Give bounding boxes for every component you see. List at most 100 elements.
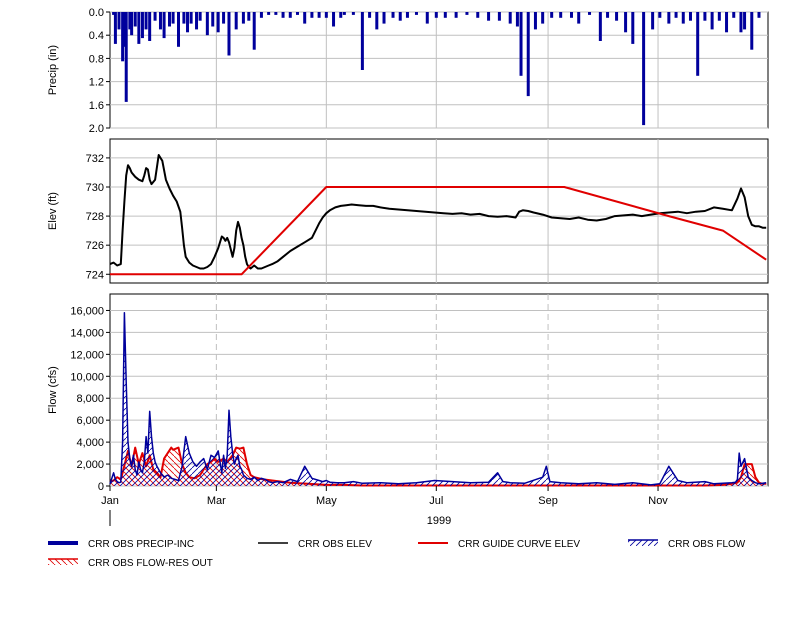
precip-bar bbox=[624, 12, 628, 33]
precip-bar bbox=[288, 12, 292, 18]
precip-bar bbox=[303, 12, 307, 24]
y-tick-label: 8,000 bbox=[76, 393, 104, 405]
precip-bar bbox=[211, 12, 215, 27]
x-tick-label: Sep bbox=[538, 495, 558, 507]
precip-y-axis-label: Precip (in) bbox=[47, 45, 59, 95]
precip-bar bbox=[559, 12, 563, 18]
precip-bar bbox=[222, 12, 226, 24]
y-tick-label: 724 bbox=[86, 269, 104, 281]
flow-y-axis-label: Flow (cfs) bbox=[47, 366, 59, 414]
precip-bar bbox=[391, 12, 395, 18]
x-tick-label: Jul bbox=[429, 495, 443, 507]
flow-plot-frame bbox=[109, 293, 769, 487]
precip-bar bbox=[515, 12, 519, 27]
y-tick-label: 4,000 bbox=[76, 437, 104, 449]
precip-bar bbox=[743, 12, 747, 30]
legend-item-flow: CRR OBS FLOW bbox=[628, 539, 746, 550]
precip-bar bbox=[117, 12, 121, 30]
precip-bar bbox=[405, 12, 409, 18]
precip-bar bbox=[414, 12, 418, 15]
precip-bar bbox=[332, 12, 336, 27]
precip-bar bbox=[274, 12, 278, 15]
precip-bar bbox=[550, 12, 554, 18]
precip-bar bbox=[732, 12, 736, 18]
precip-bar bbox=[144, 12, 148, 30]
y-tick-label: 14,000 bbox=[70, 327, 104, 339]
legend-item-elev: CRR OBS ELEV bbox=[258, 539, 372, 550]
precip-bar bbox=[148, 12, 152, 41]
x-axis: Jan Mar May Jul Sep Nov bbox=[101, 486, 668, 507]
precip-bar bbox=[588, 12, 592, 15]
y-tick-label: 6,000 bbox=[76, 415, 104, 427]
elev-panel: 724 726 728 730 732 Elev (ft) bbox=[47, 138, 769, 284]
year-label: 1999 bbox=[427, 515, 451, 527]
precip-bar bbox=[651, 12, 655, 30]
precip-bar bbox=[227, 12, 231, 56]
precip-bar bbox=[182, 12, 186, 24]
precip-bar bbox=[526, 12, 530, 97]
legend-label-elev: CRR OBS ELEV bbox=[298, 539, 372, 550]
precip-bar bbox=[425, 12, 429, 24]
legend-label-guide: CRR GUIDE CURVE ELEV bbox=[458, 539, 580, 550]
elev-y-axis-label: Elev (ft) bbox=[47, 192, 59, 230]
precip-bar bbox=[465, 12, 469, 15]
precip-panel: 0.0 0.4 0.8 1.2 1.6 2.0 Precip (in) bbox=[47, 7, 769, 135]
precip-bar bbox=[177, 12, 181, 47]
y-tick-label: 0.4 bbox=[89, 30, 104, 42]
precip-bar bbox=[189, 12, 193, 24]
precip-bar bbox=[642, 12, 646, 126]
legend: CRR OBS PRECIP-INC CRR OBS ELEV CRR GUID… bbox=[48, 539, 746, 569]
precip-bar bbox=[667, 12, 671, 24]
precip-bar bbox=[757, 12, 761, 18]
precip-bar bbox=[382, 12, 386, 24]
precip-bar bbox=[252, 12, 256, 50]
y-tick-label: 2.0 bbox=[89, 123, 104, 135]
precip-bar bbox=[241, 12, 245, 24]
precip-bar bbox=[434, 12, 438, 18]
precip-bar bbox=[615, 12, 619, 21]
precip-bar bbox=[259, 12, 263, 18]
precip-bar bbox=[368, 12, 372, 18]
y-tick-label: 730 bbox=[86, 182, 104, 194]
y-tick-label: 1.2 bbox=[89, 77, 104, 89]
precip-bar bbox=[113, 12, 117, 44]
precip-bar bbox=[153, 12, 157, 21]
y-tick-label: 728 bbox=[86, 211, 104, 223]
flow-panel: 0 2,000 4,000 6,000 8,000 10,000 12,000 14,000 1… bbox=[47, 293, 769, 493]
precip-bar bbox=[310, 12, 314, 18]
precip-bar bbox=[476, 12, 480, 18]
precip-bar bbox=[725, 12, 729, 33]
y-tick-label: 0.8 bbox=[89, 53, 104, 65]
legend-item-guide: CRR GUIDE CURVE ELEV bbox=[418, 539, 580, 550]
x-tick-label: May bbox=[316, 495, 337, 507]
legend-item-precip: CRR OBS PRECIP-INC bbox=[48, 539, 194, 550]
precip-bar bbox=[360, 12, 364, 70]
precip-bar bbox=[124, 12, 128, 102]
precip-bar bbox=[317, 12, 321, 18]
legend-label-resout: CRR OBS FLOW-RES OUT bbox=[88, 558, 213, 569]
precip-bar bbox=[703, 12, 707, 21]
precip-bar bbox=[205, 12, 209, 36]
y-tick-label: 16,000 bbox=[70, 305, 104, 317]
precip-bar bbox=[533, 12, 537, 30]
precip-bar bbox=[130, 12, 134, 36]
precip-bar bbox=[339, 12, 343, 18]
precip-bar bbox=[234, 12, 238, 30]
elev-plot-frame bbox=[109, 138, 769, 284]
precip-bar bbox=[281, 12, 285, 18]
precip-bar bbox=[137, 12, 141, 44]
y-tick-label: 1.6 bbox=[89, 100, 104, 112]
precip-bar bbox=[717, 12, 721, 21]
x-tick-label: Jan bbox=[101, 495, 119, 507]
y-tick-label: 0 bbox=[98, 481, 104, 493]
precip-bar bbox=[631, 12, 635, 44]
precip-bar bbox=[541, 12, 545, 24]
precip-bar bbox=[497, 12, 501, 21]
y-tick-label: 732 bbox=[86, 153, 104, 165]
precip-bar bbox=[681, 12, 685, 24]
precip-bar bbox=[577, 12, 581, 24]
y-tick-label: 2,000 bbox=[76, 459, 104, 471]
precip-bar bbox=[688, 12, 692, 21]
precip-bar bbox=[658, 12, 662, 18]
precip-bar bbox=[198, 12, 202, 21]
